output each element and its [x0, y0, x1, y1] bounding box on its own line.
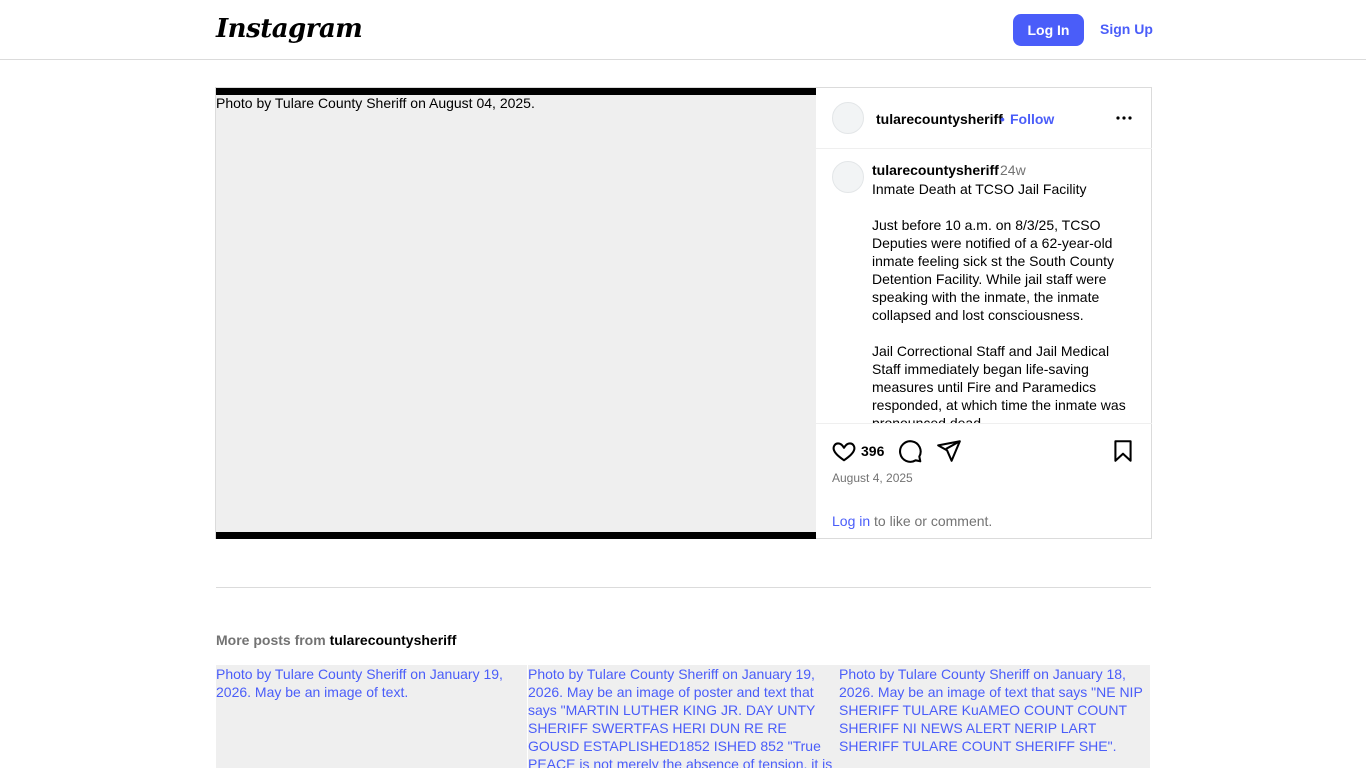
post-date[interactable]: August 4, 2025	[832, 471, 913, 485]
caption-paragraph: Jail Correctional Staff and Jail Medical…	[872, 343, 1126, 424]
more-posts-prefix: More posts from	[216, 632, 330, 648]
signup-link[interactable]: Sign Up	[1100, 21, 1153, 37]
section-divider	[216, 587, 1151, 588]
share-icon[interactable]	[936, 438, 962, 464]
more-posts-username[interactable]: tularecountysheriff	[330, 632, 457, 648]
caption-paragraph: Just before 10 a.m. on 8/3/25, TCSO Depu…	[872, 217, 1115, 323]
avatar[interactable]	[832, 102, 864, 134]
caption-avatar[interactable]	[832, 161, 864, 193]
bookmark-icon[interactable]	[1110, 438, 1136, 464]
caption-area[interactable]: tularecountysheriff 24w Inmate Death at …	[816, 149, 1152, 424]
post-image-alt: Photo by Tulare County Sheriff on August…	[216, 95, 535, 111]
thumbnail-alt-text: Photo by Tulare County Sheriff on Januar…	[216, 666, 503, 700]
follow-button[interactable]: Follow	[1010, 111, 1054, 127]
post-sidebar: tularecountysheriff • Follow tularecount…	[816, 88, 1152, 539]
post-image-alt-text: Photo by Tulare County Sheriff on August…	[216, 95, 535, 111]
caption-timestamp[interactable]: 24w	[1000, 162, 1026, 178]
more-posts-heading: More posts from tularecountysheriff	[216, 632, 456, 648]
post-image-placeholder[interactable]: Photo by Tulare County Sheriff on August…	[216, 95, 816, 532]
thumbnail-alt-text: Photo by Tulare County Sheriff on Januar…	[839, 666, 1143, 754]
caption-text: Inmate Death at TCSO Jail Facility Just …	[872, 180, 1140, 424]
caption-paragraph: Inmate Death at TCSO Jail Facility	[872, 181, 1087, 197]
post-card: Photo by Tulare County Sheriff on August…	[215, 87, 1152, 539]
separator-dot: •	[1000, 111, 1005, 127]
post-header: tularecountysheriff • Follow	[816, 88, 1152, 149]
post-username[interactable]: tularecountysheriff	[876, 111, 1003, 127]
like-count: 396	[861, 443, 885, 459]
thumbnail-alt-text: Photo by Tulare County Sheriff on Januar…	[528, 666, 833, 768]
more-posts-grid: Photo by Tulare County Sheriff on Januar…	[216, 665, 1151, 768]
login-prompt: Log in to like or comment.	[832, 513, 992, 529]
post-thumbnail[interactable]: Photo by Tulare County Sheriff on Januar…	[528, 665, 839, 768]
post-thumbnail[interactable]: Photo by Tulare County Sheriff on Januar…	[216, 665, 527, 768]
caption-username[interactable]: tularecountysheriff	[872, 162, 999, 178]
comment-icon[interactable]	[897, 438, 923, 464]
login-prompt-text: to like or comment.	[870, 513, 993, 529]
post-actions: 396 August 4, 2025 Log in to like or com…	[816, 425, 1152, 539]
more-horizontal-icon[interactable]	[1112, 106, 1136, 130]
heart-icon[interactable]	[831, 438, 857, 464]
login-link[interactable]: Log in	[832, 513, 870, 529]
post-media[interactable]: Photo by Tulare County Sheriff on August…	[216, 88, 816, 539]
instagram-logo[interactable]: Instagram	[216, 14, 363, 44]
post-thumbnail[interactable]: Photo by Tulare County Sheriff on Januar…	[839, 665, 1150, 768]
login-button[interactable]: Log In	[1013, 14, 1084, 46]
top-nav: Instagram Log In Sign Up	[0, 0, 1366, 60]
